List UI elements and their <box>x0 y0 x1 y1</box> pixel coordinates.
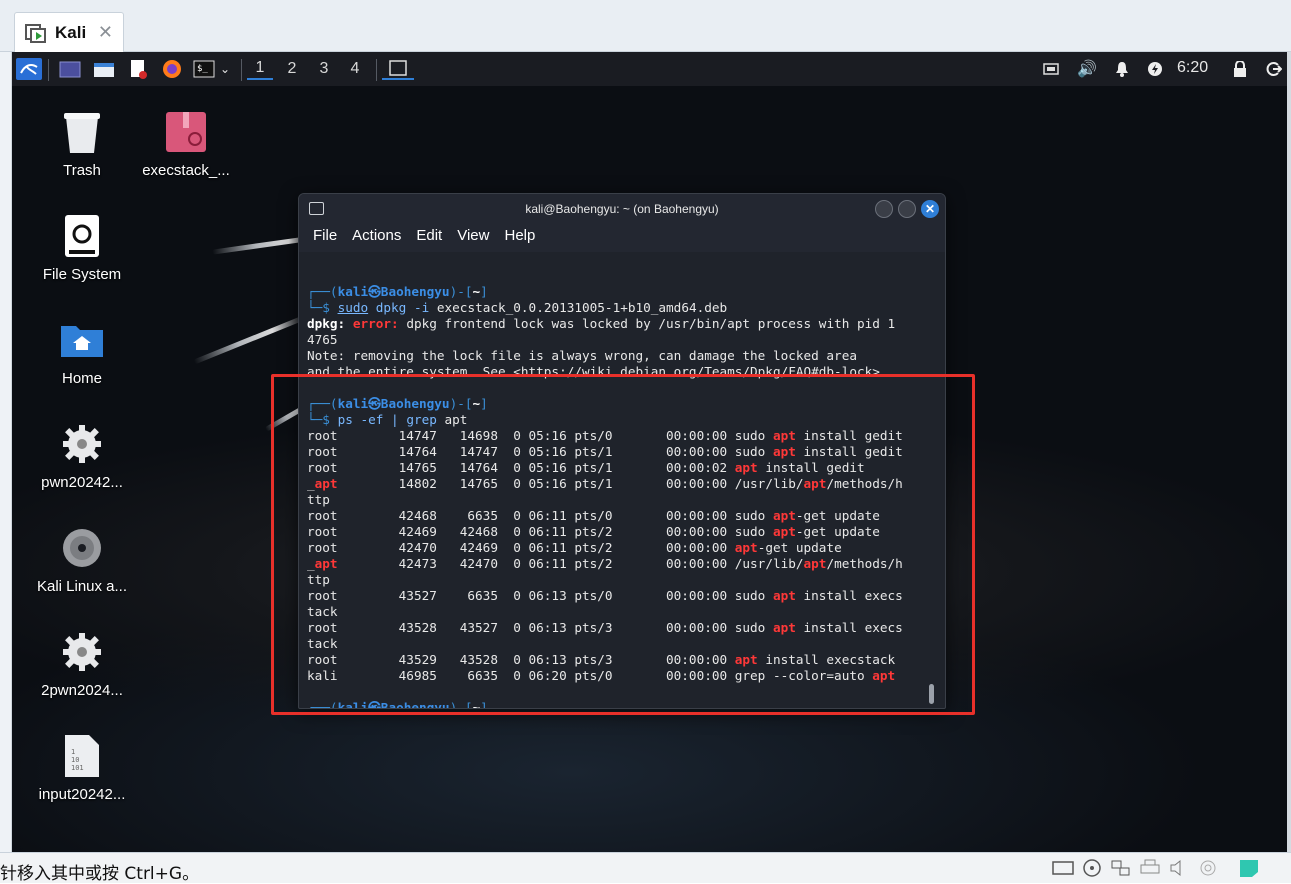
top-panel: $_ ⌄ 1 2 3 4 🔊 6:20 <box>12 52 1287 86</box>
home-folder-icon <box>58 316 106 364</box>
power-manager-icon[interactable] <box>1146 58 1164 80</box>
panel-separator <box>376 59 377 81</box>
binary-file-icon: 1 10 101 <box>58 732 106 780</box>
menu-edit[interactable]: Edit <box>416 224 442 252</box>
menu-view[interactable]: View <box>457 224 489 252</box>
message-log-icon[interactable] <box>1238 858 1260 878</box>
desktop-icon-kali-iso[interactable]: Kali Linux a... <box>22 524 142 595</box>
wallpaper-streak <box>193 314 307 365</box>
guest-screen[interactable]: $_ ⌄ 1 2 3 4 🔊 6:20 Trash execstack_... … <box>12 52 1287 852</box>
desktop-icon-label: pwn20242... <box>41 474 123 491</box>
desktop-icon-label: Kali Linux a... <box>36 578 128 595</box>
network-icon[interactable] <box>1042 58 1060 80</box>
desktop-icon-execstack-deb[interactable]: execstack_... <box>126 108 246 179</box>
volume-icon[interactable]: 🔊 <box>1077 58 1097 80</box>
close-window-button[interactable]: ✕ <box>921 200 939 218</box>
cd-drive-icon[interactable] <box>1081 858 1103 878</box>
desktop-icon-label: input20242... <box>38 786 126 803</box>
annotation-highlight-box <box>271 374 975 715</box>
printer-icon[interactable] <box>1139 858 1161 878</box>
panel-clock[interactable]: 6:20 <box>1177 59 1208 77</box>
desktop-icon-home[interactable]: Home <box>22 316 142 387</box>
workspace-2[interactable]: 2 <box>279 58 305 80</box>
gear-icon <box>58 628 106 676</box>
svg-text:10: 10 <box>71 756 79 764</box>
terminal-line: ┌──(kali㉿Baohengyu)-[~] <box>307 284 488 299</box>
kali-menu-icon[interactable] <box>16 58 42 80</box>
svg-text:1: 1 <box>71 748 75 756</box>
menu-actions[interactable]: Actions <box>352 224 401 252</box>
debian-package-icon <box>162 108 210 156</box>
hard-disk-icon[interactable] <box>1052 858 1074 878</box>
desktop-icon-label: Trash <box>63 162 101 179</box>
terminal-line: └─$ sudo dpkg -i execstack_0.0.20131005-… <box>307 300 728 315</box>
terminal-line: 4765 <box>307 332 338 347</box>
host-status-bar: 针移入其中或按 Ctrl+G。 <box>0 852 1291 884</box>
workspace-1[interactable]: 1 <box>247 58 273 80</box>
host-tab-bar: Kali ✕ <box>0 0 1291 52</box>
file-manager-icon[interactable] <box>92 58 116 80</box>
firefox-icon[interactable] <box>160 58 184 80</box>
chevron-down-icon[interactable]: ⌄ <box>218 58 232 80</box>
trash-icon <box>58 108 106 156</box>
vm-tab-label: Kali <box>55 22 87 42</box>
menu-help[interactable]: Help <box>504 224 535 252</box>
vm-tab-kali[interactable]: Kali ✕ <box>14 12 124 52</box>
desktop-icon-label: Home <box>61 370 102 387</box>
maximize-button[interactable] <box>898 200 916 218</box>
terminal-line: dpkg: error: dpkg frontend lock was lock… <box>307 316 896 331</box>
network-adapter-icon[interactable] <box>1110 858 1132 878</box>
notification-bell-icon[interactable] <box>1113 58 1131 80</box>
desktop-icon-label: File System <box>42 266 122 283</box>
terminal-titlebar[interactable]: kali@Baohengyu: ~ (on Baohengyu) ✕ <box>299 194 945 224</box>
disc-icon <box>58 524 106 572</box>
show-desktop-icon[interactable] <box>58 58 82 80</box>
minimize-button[interactable] <box>875 200 893 218</box>
terminal-title: kali@Baohengyu: ~ (on Baohengyu) <box>525 202 719 216</box>
desktop-icon-trash[interactable]: Trash <box>22 108 142 179</box>
usb-device-icon[interactable] <box>1197 858 1219 878</box>
close-tab-icon[interactable]: ✕ <box>98 22 113 43</box>
desktop-icon-2pwn-file[interactable]: 2pwn2024... <box>22 628 142 699</box>
menu-file[interactable]: File <box>313 224 337 252</box>
lock-screen-icon[interactable] <box>1231 58 1249 80</box>
desktop-icon-file-system[interactable]: File System <box>22 212 142 283</box>
workspace-4[interactable]: 4 <box>342 58 368 80</box>
svg-text:$_: $_ <box>197 64 208 74</box>
svg-text:101: 101 <box>71 764 84 772</box>
terminal-line: Note: removing the lock file is always w… <box>307 348 857 363</box>
status-message: 针移入其中或按 Ctrl+G。 <box>0 864 200 884</box>
gear-icon <box>58 420 106 468</box>
desktop-icon-pwn-file[interactable]: pwn20242... <box>22 420 142 491</box>
vm-icon <box>25 23 46 43</box>
drive-icon <box>58 212 106 260</box>
terminal-launcher-icon[interactable]: $_ <box>192 58 216 80</box>
panel-separator <box>48 59 49 81</box>
panel-separator <box>241 59 242 81</box>
sound-card-icon[interactable] <box>1168 858 1190 878</box>
terminal-menubar: File Actions Edit View Help <box>299 224 945 252</box>
logout-icon[interactable] <box>1265 58 1283 80</box>
desktop-icon-input-file[interactable]: 1 10 101 input20242... <box>22 732 142 803</box>
text-editor-icon[interactable] <box>126 58 150 80</box>
host-right-edge <box>1287 52 1291 855</box>
desktop-icon-label: 2pwn2024... <box>41 682 123 699</box>
host-left-pane <box>0 52 12 855</box>
taskbar-terminal-window[interactable] <box>382 58 414 80</box>
desktop-icon-label: execstack_... <box>142 162 230 179</box>
workspace-3[interactable]: 3 <box>311 58 337 80</box>
